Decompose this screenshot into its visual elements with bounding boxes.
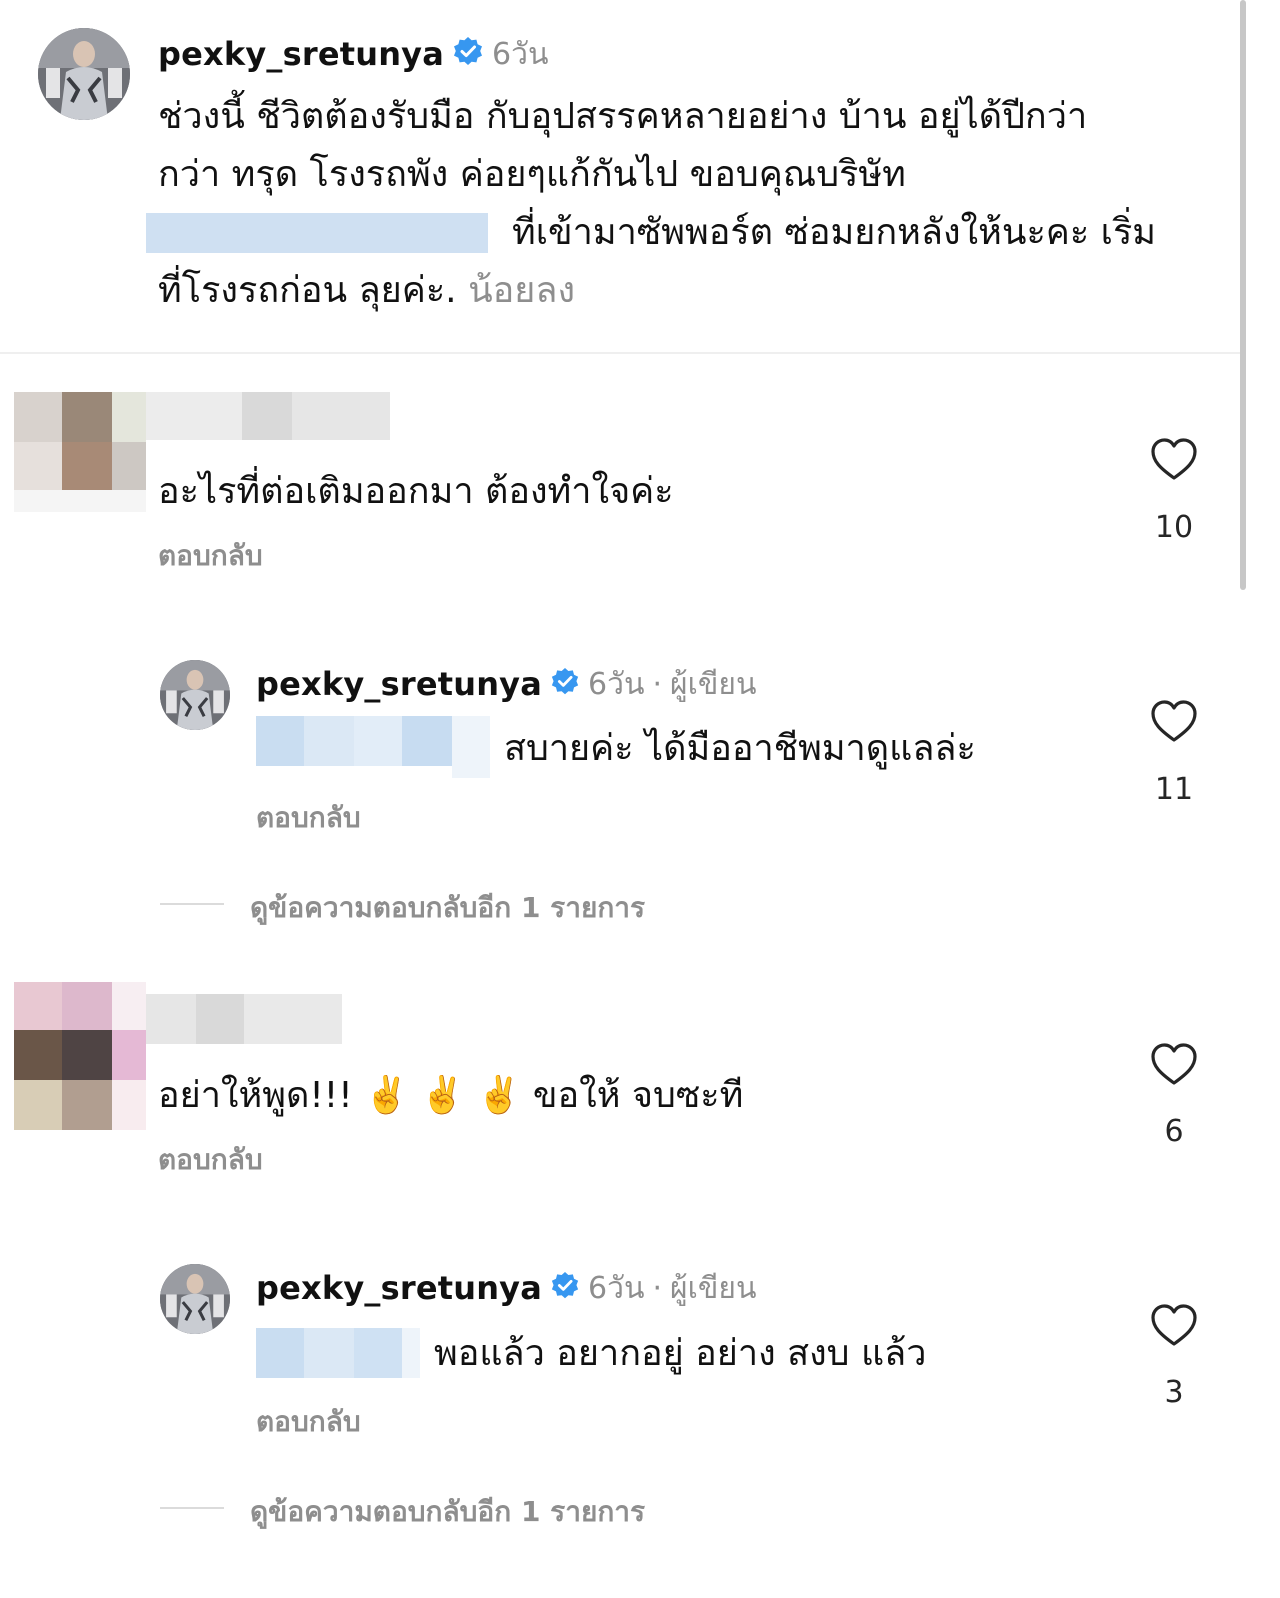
comment-text: อะไรที่ต่อเติมออกมา ต้องทำใจค่ะ bbox=[158, 471, 674, 512]
reply-time: 6วัน bbox=[588, 666, 645, 702]
caption-line-1: ช่วงนี้ ชีวิตต้องรับมือ กับอุปสรรคหลายอย… bbox=[158, 96, 1088, 137]
reply-username[interactable]: pexky_sretunya bbox=[256, 1269, 542, 1307]
reply-button[interactable]: ตอบกลับ bbox=[158, 534, 263, 578]
author-label: ผู้เขียน bbox=[670, 1270, 757, 1306]
reply-button[interactable]: ตอบกลับ bbox=[256, 1400, 361, 1444]
view-more-replies-button[interactable]: ดูข้อความตอบกลับอีก 1 รายการ bbox=[250, 1490, 645, 1534]
reply-username[interactable]: pexky_sretunya bbox=[256, 665, 542, 703]
view-replies-line bbox=[160, 1507, 224, 1509]
profile-photo-icon bbox=[38, 28, 130, 120]
commenter-avatar-pixelated[interactable] bbox=[14, 982, 146, 1130]
like-heart-icon[interactable] bbox=[1150, 699, 1198, 743]
reply-time: 6วัน bbox=[588, 1270, 645, 1306]
like-count: 3 bbox=[1164, 1375, 1184, 1410]
commenter-username-pixelated[interactable] bbox=[146, 392, 390, 440]
like-heart-icon[interactable] bbox=[1150, 1042, 1198, 1086]
like-count: 11 bbox=[1154, 772, 1194, 807]
view-replies-line bbox=[160, 903, 224, 905]
redacted-mention bbox=[256, 1327, 420, 1378]
meta-separator: · bbox=[652, 1270, 663, 1306]
redacted-mention bbox=[146, 213, 488, 253]
meta-separator: · bbox=[652, 666, 663, 702]
reply-button[interactable]: ตอบกลับ bbox=[158, 1138, 263, 1182]
reply-text: พอแล้ว อยากอยู่ อย่าง สงบ แล้ว bbox=[434, 1333, 927, 1374]
caption-line-4: ที่โรงรถก่อน ลุยค่ะ. bbox=[158, 270, 457, 311]
reply-button[interactable]: ตอบกลับ bbox=[256, 796, 361, 840]
caption-divider bbox=[0, 352, 1240, 354]
author-reply-avatar[interactable] bbox=[160, 660, 230, 730]
commenter-username-pixelated[interactable] bbox=[146, 994, 342, 1044]
see-less-link[interactable]: น้อยลง bbox=[468, 270, 575, 311]
verified-badge-icon bbox=[550, 1271, 580, 1305]
like-count: 6 bbox=[1164, 1114, 1184, 1149]
author-avatar[interactable] bbox=[38, 28, 130, 120]
like-heart-icon[interactable] bbox=[1150, 437, 1198, 481]
verified-badge-icon bbox=[452, 36, 484, 72]
reply-text: สบายค่ะ ได้มืออาชีพมาดูแลล่ะ bbox=[504, 727, 976, 769]
scrollbar[interactable] bbox=[1240, 0, 1246, 590]
verified-badge-icon bbox=[550, 667, 580, 701]
author-label: ผู้เขียน bbox=[670, 666, 757, 702]
like-heart-icon[interactable] bbox=[1150, 1303, 1198, 1347]
post-caption: ช่วงนี้ ชีวิตต้องรับมือ กับอุปสรรคหลายอย… bbox=[146, 88, 1218, 320]
caption-line-3: ที่เข้ามาซัพพอร์ต ซ่อมยกหลังให้นะคะ เริ่… bbox=[512, 212, 1157, 253]
view-more-replies-button[interactable]: ดูข้อความตอบกลับอีก 1 รายการ bbox=[250, 886, 645, 930]
caption-line-2: กว่า ทรุด โรงรถพัง ค่อยๆแก้กันไป ขอบคุณบ… bbox=[158, 154, 906, 195]
redacted-mention bbox=[256, 716, 490, 778]
post-username[interactable]: pexky_sretunya bbox=[158, 35, 444, 73]
profile-photo-icon bbox=[160, 660, 230, 730]
comment-text: อย่าให้พูด!!! ✌️ ✌️ ✌️ ขอให้ จบซะที bbox=[158, 1075, 744, 1116]
author-reply-avatar[interactable] bbox=[160, 1264, 230, 1334]
profile-photo-icon bbox=[160, 1264, 230, 1334]
post-time: 6วัน bbox=[492, 36, 549, 72]
like-count: 10 bbox=[1154, 510, 1194, 545]
commenter-avatar-pixelated[interactable] bbox=[14, 392, 146, 512]
